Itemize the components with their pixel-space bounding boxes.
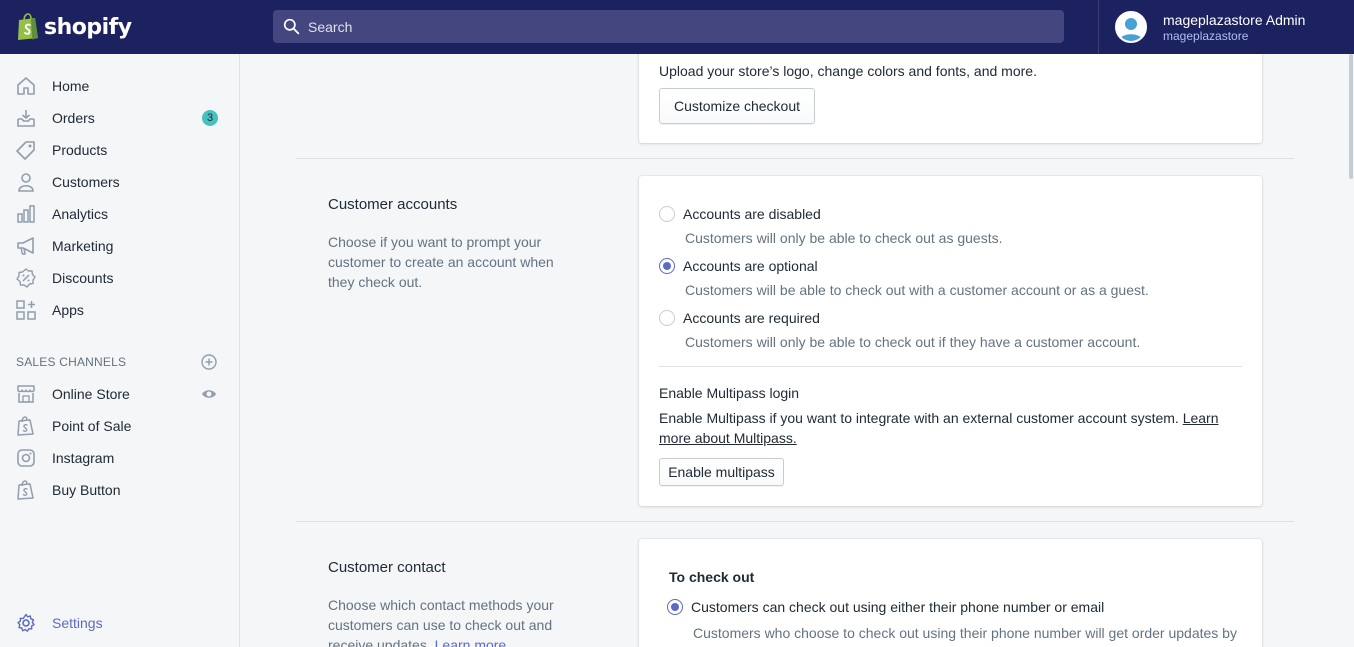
- eye-icon[interactable]: [201, 386, 217, 402]
- sidebar-item-label: Point of Sale: [52, 418, 132, 434]
- sidebar-item-label: Online Store: [52, 386, 130, 402]
- sidebar-item-instagram[interactable]: Instagram: [0, 442, 239, 474]
- customize-checkout-button[interactable]: Customize checkout: [659, 88, 815, 124]
- sidebar: Home Orders 3 Products Customers Analyti…: [0, 54, 240, 647]
- search-bar[interactable]: Search: [273, 10, 1064, 43]
- sidebar-item-label: Marketing: [52, 238, 114, 254]
- scrollbar-thumb[interactable]: [1349, 54, 1353, 179]
- add-channel-icon[interactable]: [201, 354, 217, 370]
- shopify-bag-icon: [18, 13, 38, 40]
- sidebar-item-point-of-sale[interactable]: Point of Sale: [0, 410, 239, 442]
- sidebar-item-label: Buy Button: [52, 482, 121, 498]
- user-avatar-icon: [1117, 13, 1145, 41]
- tag-icon: [16, 140, 36, 160]
- sidebar-item-label: Instagram: [52, 450, 115, 466]
- accounts-optional-help: Customers will be able to check out with…: [685, 282, 1149, 298]
- sidebar-item-label: Orders: [52, 110, 95, 126]
- phone-or-email-radio[interactable]: [667, 599, 683, 615]
- avatar: [1115, 11, 1147, 43]
- multipass-description: Enable Multipass if you want to integrat…: [659, 408, 1239, 448]
- orders-count-badge: 3: [202, 110, 218, 126]
- learn-multipass-link[interactable]: Learn: [1183, 410, 1219, 426]
- learn-more-link[interactable]: Learn more: [435, 637, 507, 647]
- orders-icon: [16, 108, 36, 128]
- store-icon: [16, 384, 36, 404]
- accounts-optional-radio[interactable]: [659, 258, 675, 274]
- sidebar-item-settings[interactable]: Settings: [0, 607, 239, 639]
- checkout-style-card: Upload your store’s logo, change colors …: [639, 54, 1262, 143]
- customer-contact-description: Choose which contact methods your custom…: [328, 595, 568, 647]
- sidebar-item-label: Apps: [52, 302, 84, 318]
- shopify-logo[interactable]: shopify: [0, 0, 240, 54]
- bar-chart-icon: [16, 204, 36, 224]
- sidebar-item-home[interactable]: Home: [0, 70, 239, 102]
- section-divider: [296, 521, 1294, 522]
- customer-accounts-card: Accounts are disabled Customers will onl…: [639, 176, 1262, 506]
- apps-icon: [16, 300, 36, 320]
- sidebar-item-label: Discounts: [52, 270, 114, 286]
- discount-icon: [16, 268, 36, 288]
- shopify-bag-icon: [16, 480, 36, 500]
- home-icon: [16, 76, 36, 96]
- sidebar-item-discounts[interactable]: Discounts: [0, 262, 239, 294]
- sidebar-item-apps[interactable]: Apps: [0, 294, 239, 326]
- multipass-text: Enable Multipass if you want to integrat…: [659, 410, 1179, 426]
- sidebar-item-customers[interactable]: Customers: [0, 166, 239, 198]
- sidebar-item-products[interactable]: Products: [0, 134, 239, 166]
- accounts-optional-label[interactable]: Accounts are optional: [683, 258, 818, 274]
- card-divider: [659, 366, 1242, 367]
- section-divider: [296, 158, 1294, 159]
- sidebar-item-label: Analytics: [52, 206, 109, 222]
- sidebar-item-buy-button[interactable]: Buy Button: [0, 474, 239, 506]
- search-icon: [283, 18, 300, 35]
- instagram-icon: [16, 448, 36, 468]
- customer-accounts-title: Customer accounts: [328, 196, 458, 213]
- to-check-out-heading: To check out: [669, 569, 755, 585]
- account-menu[interactable]: mageplazastore Admin mageplazastore: [1098, 0, 1354, 54]
- shopify-bag-icon: [16, 416, 36, 436]
- logo-text: shopify: [44, 14, 132, 40]
- enable-multipass-button[interactable]: Enable multipass: [659, 458, 784, 486]
- accounts-disabled-help: Customers will only be able to check out…: [685, 230, 1003, 246]
- accounts-required-label[interactable]: Accounts are required: [683, 310, 820, 326]
- search-input[interactable]: Search: [308, 19, 352, 35]
- sidebar-item-label: Products: [52, 142, 108, 158]
- accounts-disabled-label[interactable]: Accounts are disabled: [683, 206, 821, 222]
- account-store: mageplazastore: [1163, 28, 1249, 43]
- account-name: mageplazastore Admin: [1163, 11, 1306, 28]
- settings-main: Upload your store’s logo, change colors …: [240, 54, 1348, 647]
- sidebar-item-marketing[interactable]: Marketing: [0, 230, 239, 262]
- person-icon: [16, 172, 36, 192]
- sidebar-item-online-store[interactable]: Online Store: [0, 378, 239, 410]
- learn-multipass-link-continued[interactable]: more about Multipass.: [659, 430, 797, 446]
- sidebar-item-label: Customers: [52, 174, 120, 190]
- sidebar-item-label: Home: [52, 78, 90, 94]
- sales-channels-heading: SALES CHANNELS: [16, 355, 127, 369]
- gear-icon: [16, 613, 36, 633]
- megaphone-icon: [16, 236, 36, 256]
- phone-or-email-help: Customers who choose to check out using …: [693, 625, 1237, 647]
- page-scrollbar[interactable]: [1348, 54, 1354, 647]
- accounts-disabled-radio[interactable]: [659, 206, 675, 222]
- customer-contact-title: Customer contact: [328, 559, 446, 576]
- customer-contact-card: To check out Customers can check out usi…: [639, 539, 1262, 647]
- sidebar-item-orders[interactable]: Orders 3: [0, 102, 239, 134]
- accounts-required-radio[interactable]: [659, 310, 675, 326]
- sidebar-item-label: Settings: [52, 615, 103, 631]
- sidebar-item-analytics[interactable]: Analytics: [0, 198, 239, 230]
- checkout-style-description: Upload your store’s logo, change colors …: [659, 63, 1037, 79]
- accounts-required-help: Customers will only be able to check out…: [685, 334, 1141, 350]
- top-bar: shopify Search mageplazastore Admin mage…: [0, 0, 1354, 54]
- phone-or-email-label[interactable]: Customers can check out using either the…: [691, 599, 1104, 615]
- multipass-heading: Enable Multipass login: [659, 385, 800, 401]
- customer-accounts-description: Choose if you want to prompt your custom…: [328, 234, 554, 290]
